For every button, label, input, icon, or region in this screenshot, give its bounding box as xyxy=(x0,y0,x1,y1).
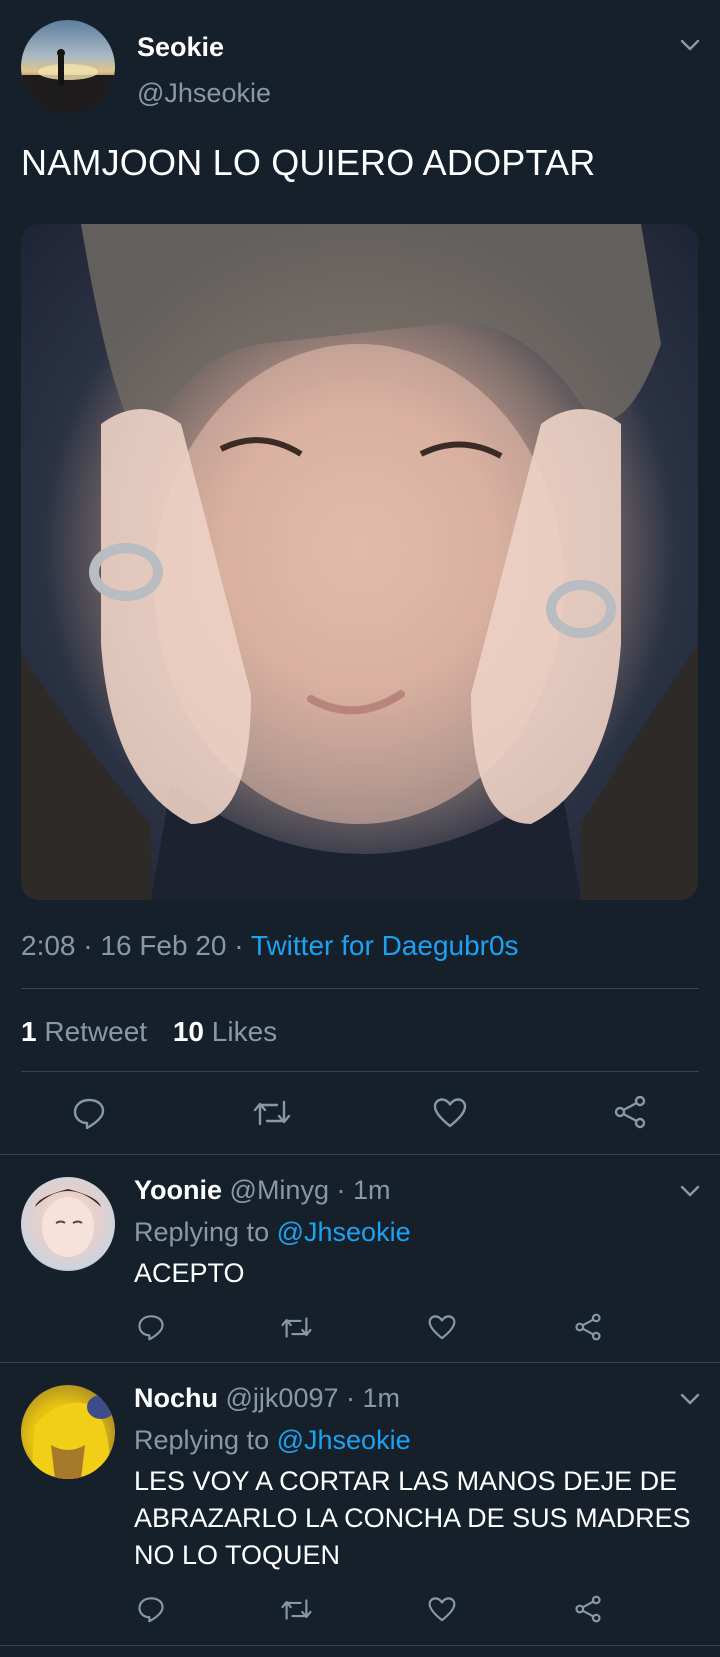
meta-separator: · xyxy=(234,930,244,961)
heart-icon xyxy=(433,1098,467,1128)
divider xyxy=(0,1362,720,1363)
reply-display-name[interactable]: Yoonie xyxy=(134,1175,222,1205)
replying-to-link[interactable]: @Jhseokie xyxy=(277,1425,411,1455)
share-icon xyxy=(575,1313,601,1341)
author-handle[interactable]: @Jhseokie xyxy=(137,78,271,109)
reply-avatar[interactable] xyxy=(21,1385,115,1479)
reply-icon xyxy=(138,1315,164,1341)
retweet-icon xyxy=(281,1317,312,1338)
likes-count: 10 xyxy=(172,1016,205,1047)
retweets-count: 1 xyxy=(21,1016,37,1047)
retweets-label: Retweet xyxy=(44,1016,148,1047)
share-icon xyxy=(575,1595,601,1623)
retweet-icon xyxy=(253,1100,291,1126)
reply-icon xyxy=(73,1098,105,1130)
share-button[interactable] xyxy=(574,1313,602,1341)
reply-time: · 1m xyxy=(346,1383,401,1413)
reply-time: · 1m xyxy=(336,1175,391,1205)
tweet-stats: 1 Retweet 10 Likes xyxy=(21,1016,277,1048)
reply-header: Nochu @jjk0097 · 1m xyxy=(134,1383,400,1414)
divider xyxy=(0,1645,720,1646)
replying-to: Replying to @Jhseokie xyxy=(134,1217,411,1248)
retweet-button[interactable] xyxy=(252,1098,292,1128)
reply-handle[interactable]: @jjk0097 xyxy=(226,1383,339,1413)
reply-text-line: LES VOY A CORTAR LAS MANOS DEJE DE xyxy=(134,1466,678,1496)
retweets-stat[interactable]: 1 Retweet xyxy=(21,1016,147,1047)
tweet-text: NAMJOON LO QUIERO ADOPTAR xyxy=(21,142,596,183)
tweet-photo[interactable] xyxy=(21,224,698,900)
reply-text-line: NO LO TOQUEN xyxy=(134,1540,341,1570)
heart-icon xyxy=(428,1315,456,1340)
chevron-down-icon[interactable] xyxy=(679,1388,701,1410)
heart-icon xyxy=(428,1597,456,1622)
reply-handle[interactable]: @Minyg xyxy=(230,1175,329,1205)
reply-button[interactable] xyxy=(72,1096,106,1130)
replying-to-label: Replying to xyxy=(134,1425,270,1455)
reply-button[interactable] xyxy=(137,1595,165,1623)
like-button[interactable] xyxy=(428,1314,456,1341)
share-button[interactable] xyxy=(613,1095,647,1129)
like-button[interactable] xyxy=(433,1097,467,1129)
tweet-date: 16 Feb 20 xyxy=(100,930,227,961)
replying-to-link[interactable]: @Jhseokie xyxy=(277,1217,411,1247)
reply-text: LES VOY A CORTAR LAS MANOS DEJE DE ABRAZ… xyxy=(134,1463,704,1574)
reply-header: Yoonie @Minyg · 1m xyxy=(134,1175,390,1206)
like-button[interactable] xyxy=(428,1596,456,1623)
likes-label: Likes xyxy=(211,1016,278,1047)
retweet-icon xyxy=(281,1599,312,1620)
divider xyxy=(21,1071,699,1072)
likes-stat[interactable]: 10 Likes xyxy=(173,1016,277,1047)
reply-text-line: ABRAZARLO LA CONCHA DE SUS MADRES xyxy=(134,1503,691,1533)
reply-avatar[interactable] xyxy=(21,1177,115,1271)
reply-button[interactable] xyxy=(137,1313,165,1341)
divider xyxy=(21,988,699,989)
retweet-button[interactable] xyxy=(280,1597,313,1622)
replying-to-label: Replying to xyxy=(134,1217,270,1247)
share-icon xyxy=(614,1095,646,1129)
replying-to: Replying to @Jhseokie xyxy=(134,1425,411,1456)
author-avatar[interactable] xyxy=(21,20,115,114)
author-display-name[interactable]: Seokie xyxy=(137,32,224,63)
divider xyxy=(0,1154,720,1155)
share-button[interactable] xyxy=(574,1595,602,1623)
chevron-down-icon[interactable] xyxy=(679,1180,701,1202)
reply-text: ACEPTO xyxy=(134,1258,245,1288)
tweet-source-link[interactable]: Twitter for Daegubr0s xyxy=(251,930,519,961)
meta-separator: · xyxy=(83,930,93,961)
chevron-down-icon[interactable] xyxy=(679,34,701,56)
tweet-time: 2:08 xyxy=(21,930,76,961)
tweet-meta: 2:08 · 16 Feb 20 · Twitter for Daegubr0s xyxy=(21,930,519,962)
reply-icon xyxy=(138,1597,164,1623)
reply-display-name[interactable]: Nochu xyxy=(134,1383,218,1413)
retweet-button[interactable] xyxy=(280,1315,313,1340)
